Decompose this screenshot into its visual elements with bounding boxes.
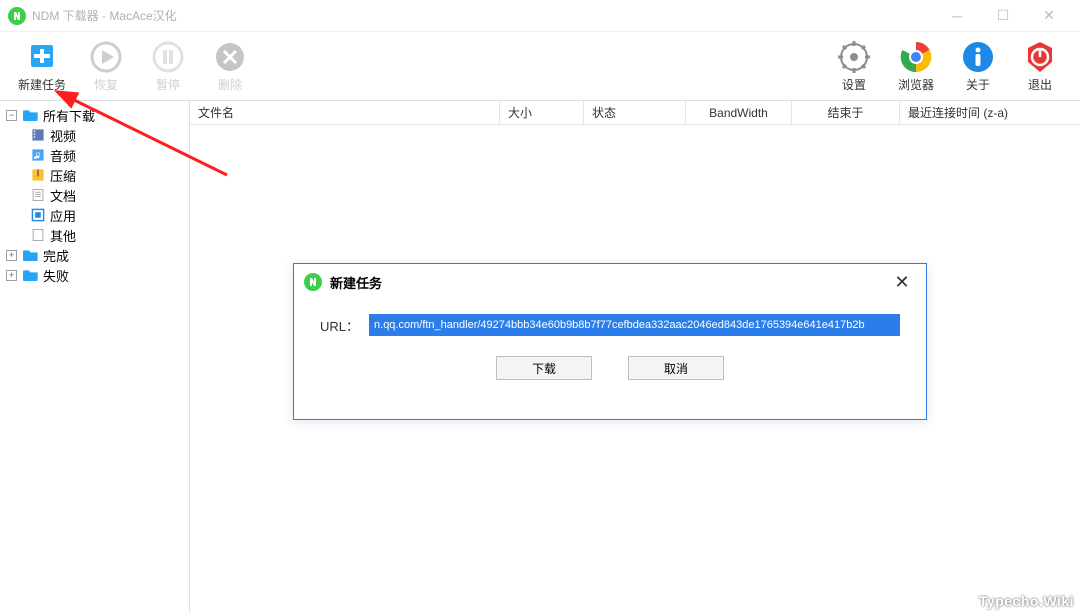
sidebar-item-label: 文档 — [50, 186, 76, 205]
sidebar-item-label: 音频 — [50, 146, 76, 165]
url-label: URL： — [320, 316, 359, 335]
new-task-icon — [25, 40, 59, 74]
app-icon — [30, 208, 46, 222]
titlebar: NDM 下载器 - MacAce汉化 ─ ☐ ✕ — [0, 0, 1080, 32]
sidebar-item-label: 视频 — [50, 126, 76, 145]
app-icon — [8, 7, 26, 25]
resume-button[interactable]: 恢复 — [84, 40, 128, 93]
new-task-label: 新建任务 — [18, 76, 66, 93]
exit-button[interactable]: 退出 — [1018, 40, 1062, 93]
sidebar-item-doc[interactable]: 文档 — [24, 185, 189, 205]
column-bandwidth[interactable]: BandWidth — [686, 101, 792, 124]
dialog-close-button[interactable]: ✕ — [888, 272, 916, 293]
about-label: 关于 — [966, 76, 990, 93]
window-controls: ─ ☐ ✕ — [934, 0, 1072, 32]
folder-icon — [23, 108, 39, 122]
settings-button[interactable]: 设置 — [832, 40, 876, 93]
toolbar-left-group: 新建任务 恢复 暂停 删除 — [18, 40, 252, 93]
browser-icon — [899, 40, 933, 74]
table-header: 文件名 大小 状态 BandWidth 结束于 最近连接时间 (z-a) — [190, 101, 1080, 125]
sidebar-item-other[interactable]: 其他 — [24, 225, 189, 245]
new-task-dialog: 新建任务 ✕ URL： 下载 取消 — [293, 263, 927, 420]
cancel-button[interactable]: 取消 — [628, 356, 724, 380]
other-icon — [30, 228, 46, 242]
sidebar-item-audio[interactable]: 音频 — [24, 145, 189, 165]
dialog-footer: 下载 取消 — [294, 356, 926, 380]
toolbar: 新建任务 恢复 暂停 删除 设置 — [0, 32, 1080, 100]
close-button[interactable]: ✕ — [1026, 0, 1072, 32]
about-button[interactable]: 关于 — [956, 40, 1000, 93]
delete-icon — [213, 40, 247, 74]
sidebar-failed[interactable]: + 失败 — [0, 265, 189, 285]
column-status[interactable]: 状态 — [584, 101, 686, 124]
exit-icon — [1023, 40, 1057, 74]
dialog-app-icon — [304, 273, 322, 291]
exit-label: 退出 — [1028, 76, 1052, 93]
dialog-body: URL： — [294, 300, 926, 336]
sidebar-item-label: 压缩 — [50, 166, 76, 185]
column-end[interactable]: 结束于 — [792, 101, 900, 124]
expand-icon[interactable]: + — [6, 270, 17, 281]
delete-label: 删除 — [218, 76, 242, 93]
folder-icon — [23, 268, 39, 282]
sidebar-item-video[interactable]: 视频 — [24, 125, 189, 145]
browser-button[interactable]: 浏览器 — [894, 40, 938, 93]
expand-icon[interactable]: + — [6, 250, 17, 261]
folder-icon — [23, 248, 39, 262]
collapse-icon[interactable]: − — [6, 110, 17, 121]
column-last[interactable]: 最近连接时间 (z-a) — [900, 101, 1080, 124]
audio-icon — [30, 148, 46, 162]
resume-icon — [89, 40, 123, 74]
sidebar: − 所有下载 视频 音频 压缩 文档 应用 — [0, 101, 190, 613]
window-title: NDM 下载器 - MacAce汉化 — [32, 7, 177, 24]
video-icon — [30, 128, 46, 142]
settings-label: 设置 — [842, 76, 866, 93]
pause-label: 暂停 — [156, 76, 180, 93]
download-button[interactable]: 下载 — [496, 356, 592, 380]
settings-icon — [837, 40, 871, 74]
sidebar-item-archive[interactable]: 压缩 — [24, 165, 189, 185]
pause-icon — [151, 40, 185, 74]
column-filename[interactable]: 文件名 — [190, 101, 500, 124]
resume-label: 恢复 — [94, 76, 118, 93]
doc-icon — [30, 188, 46, 202]
pause-button[interactable]: 暂停 — [146, 40, 190, 93]
delete-button[interactable]: 删除 — [208, 40, 252, 93]
browser-label: 浏览器 — [898, 76, 934, 93]
dialog-titlebar: 新建任务 ✕ — [294, 264, 926, 300]
url-input[interactable] — [369, 314, 900, 336]
sidebar-item-label: 应用 — [50, 206, 76, 225]
toolbar-right-group: 设置 浏览器 关于 退出 — [832, 40, 1062, 93]
sidebar-item-app[interactable]: 应用 — [24, 205, 189, 225]
sidebar-failed-label: 失败 — [43, 266, 69, 285]
sidebar-all-downloads[interactable]: − 所有下载 — [0, 105, 189, 125]
new-task-button[interactable]: 新建任务 — [18, 40, 66, 93]
archive-icon — [30, 168, 46, 182]
sidebar-children: 视频 音频 压缩 文档 应用 其他 — [0, 125, 189, 245]
watermark: Typecho.Wiki — [979, 593, 1074, 609]
dialog-title: 新建任务 — [330, 273, 382, 292]
sidebar-completed-label: 完成 — [43, 246, 69, 265]
minimize-button[interactable]: ─ — [934, 0, 980, 32]
maximize-button[interactable]: ☐ — [980, 0, 1026, 32]
sidebar-all-downloads-label: 所有下载 — [43, 106, 95, 125]
sidebar-item-label: 其他 — [50, 226, 76, 245]
about-icon — [961, 40, 995, 74]
column-size[interactable]: 大小 — [500, 101, 584, 124]
sidebar-completed[interactable]: + 完成 — [0, 245, 189, 265]
